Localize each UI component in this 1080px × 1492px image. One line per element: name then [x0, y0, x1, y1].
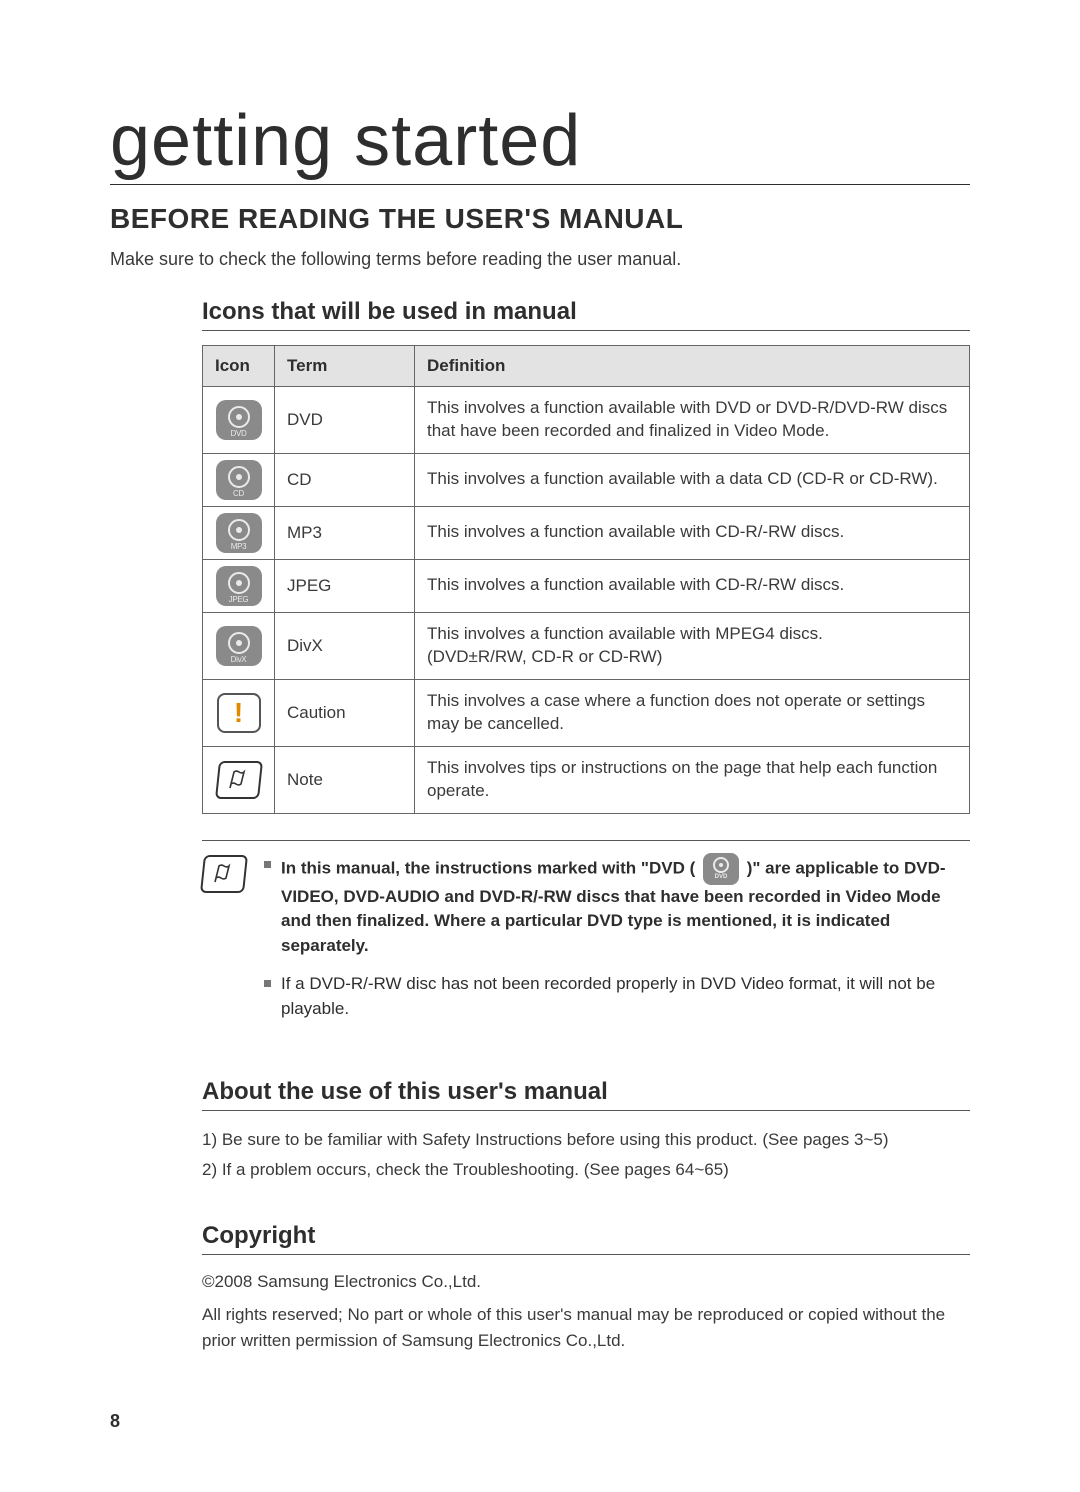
note-text: In this manual, the instructions marked … [281, 858, 695, 877]
note-icon [200, 855, 248, 893]
cd-icon: CD [216, 460, 262, 500]
caution-icon: ! [217, 693, 261, 733]
icons-section-title: Icons that will be used in manual [202, 298, 970, 331]
list-item: 1) Be sure to be familiar with Safety In… [202, 1125, 970, 1156]
divx-icon: DivX [216, 626, 262, 666]
def-cell: This involves a function available with … [415, 559, 970, 612]
table-row: ! Caution This involves a case where a f… [203, 679, 970, 746]
note-block: In this manual, the instructions marked … [202, 840, 970, 1036]
copyright-block: ©2008 Samsung Electronics Co.,Ltd. All r… [202, 1269, 970, 1354]
table-row: MP3 MP3 This involves a function availab… [203, 506, 970, 559]
term-cell: DivX [275, 612, 415, 679]
section-before-reading: BEFORE READING THE USER'S MANUAL [110, 203, 970, 235]
col-term: Term [275, 346, 415, 387]
note-icon [215, 761, 263, 799]
table-row: CD CD This involves a function available… [203, 453, 970, 506]
term-cell: Caution [275, 679, 415, 746]
def-cell: This involves a function available with … [415, 387, 970, 454]
jpeg-icon: JPEG [216, 566, 262, 606]
bullet-icon [264, 861, 271, 868]
table-row: JPEG JPEG This involves a function avail… [203, 559, 970, 612]
list-item: If a DVD-R/-RW disc has not been recorde… [264, 972, 970, 1021]
col-definition: Definition [415, 346, 970, 387]
col-icon: Icon [203, 346, 275, 387]
page-number: 8 [110, 1411, 120, 1432]
bullet-icon [264, 980, 271, 987]
list-item: In this manual, the instructions marked … [264, 853, 970, 959]
page-title: getting started [110, 100, 970, 185]
def-cell: This involves a function available with … [415, 612, 970, 679]
note-text: If a DVD-R/-RW disc has not been recorde… [281, 972, 970, 1021]
term-cell: Note [275, 746, 415, 813]
copyright-line: All rights reserved; No part or whole of… [202, 1302, 970, 1353]
dvd-icon: DVD [216, 400, 262, 440]
list-item: 2) If a problem occurs, check the Troubl… [202, 1155, 970, 1186]
copyright-line: ©2008 Samsung Electronics Co.,Ltd. [202, 1269, 970, 1295]
def-cell: This involves a case where a function do… [415, 679, 970, 746]
about-list: 1) Be sure to be familiar with Safety In… [202, 1125, 970, 1186]
table-row: Note This involves tips or instructions … [203, 746, 970, 813]
dvd-icon: DVD [703, 853, 739, 885]
copyright-title: Copyright [202, 1222, 970, 1255]
term-cell: MP3 [275, 506, 415, 559]
term-cell: DVD [275, 387, 415, 454]
def-cell: This involves a function available with … [415, 506, 970, 559]
mp3-icon: MP3 [216, 513, 262, 553]
def-cell: This involves a function available with … [415, 453, 970, 506]
term-cell: CD [275, 453, 415, 506]
table-row: DivX DivX This involves a function avail… [203, 612, 970, 679]
term-cell: JPEG [275, 559, 415, 612]
intro-text: Make sure to check the following terms b… [110, 249, 970, 270]
def-cell: This involves tips or instructions on th… [415, 746, 970, 813]
about-section-title: About the use of this user's manual [202, 1078, 970, 1111]
table-row: DVD DVD This involves a function availab… [203, 387, 970, 454]
icons-table: Icon Term Definition DVD DVD This involv… [202, 345, 970, 814]
